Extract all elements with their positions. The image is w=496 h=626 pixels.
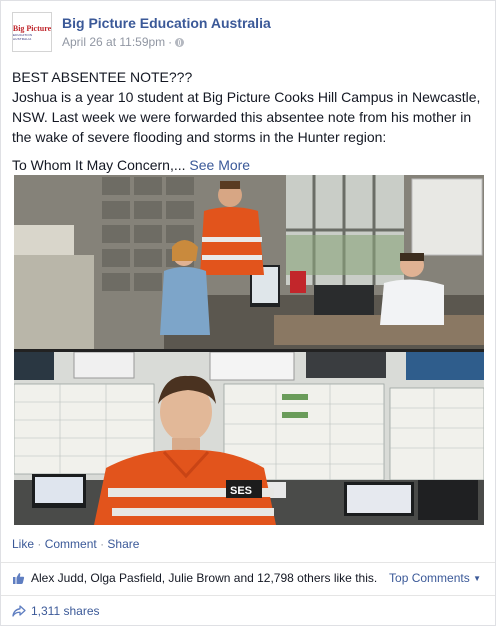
photo-bottom-scene: SES <box>14 352 484 525</box>
shares-text: 1,311 shares <box>31 604 100 618</box>
post-excerpt-line: To Whom It May Concern,... See More <box>12 155 488 175</box>
likes-divider <box>1 562 495 563</box>
share-link[interactable]: Share <box>107 537 139 551</box>
caret-down-icon: ▼ <box>473 574 481 583</box>
ses-patch: SES <box>230 485 252 497</box>
shares-divider <box>1 595 495 596</box>
post-photo[interactable]: SES <box>14 175 484 525</box>
top-comments-label: Top Comments <box>389 571 470 585</box>
like-link[interactable]: Like <box>12 537 34 551</box>
action-separator: · <box>37 537 42 551</box>
avatar-logo: Big Picture <box>12 23 52 33</box>
globe-icon[interactable] <box>175 37 185 47</box>
facebook-post: Big Picture EDUCATION AUSTRALIA Big Pict… <box>0 0 496 626</box>
top-comments-dropdown[interactable]: Top Comments ▼ <box>389 571 481 585</box>
post-meta: April 26 at 11:59pm · <box>62 35 185 49</box>
likes-text[interactable]: Alex Judd, Olga Pasfield, Julie Brown an… <box>31 571 377 585</box>
action-separator: · <box>100 537 105 551</box>
see-more-link[interactable]: See More <box>189 157 250 173</box>
avatar-logo-subtitle: EDUCATION AUSTRALIA <box>13 32 33 41</box>
comment-link[interactable]: Comment <box>45 537 97 551</box>
post-excerpt: To Whom It May Concern,... <box>12 157 186 173</box>
photo-top-scene <box>14 175 484 349</box>
page-name-link[interactable]: Big Picture Education Australia <box>62 15 271 31</box>
thumbs-up-icon <box>13 572 25 584</box>
post-actions: Like · Comment · Share <box>12 537 139 551</box>
shares-summary[interactable]: 1,311 shares <box>12 604 100 618</box>
page-avatar[interactable]: Big Picture EDUCATION AUSTRALIA <box>12 12 52 52</box>
likes-summary: Alex Judd, Olga Pasfield, Julie Brown an… <box>12 571 377 585</box>
meta-separator: · <box>168 35 173 49</box>
post-headline: BEST ABSENTEE NOTE??? <box>12 69 193 85</box>
post-body: BEST ABSENTEE NOTE??? Joshua is a year 1… <box>12 67 488 175</box>
post-timestamp[interactable]: April 26 at 11:59pm <box>62 35 165 49</box>
post-paragraph: Joshua is a year 10 student at Big Pictu… <box>12 89 481 145</box>
share-arrow-icon <box>12 605 26 617</box>
